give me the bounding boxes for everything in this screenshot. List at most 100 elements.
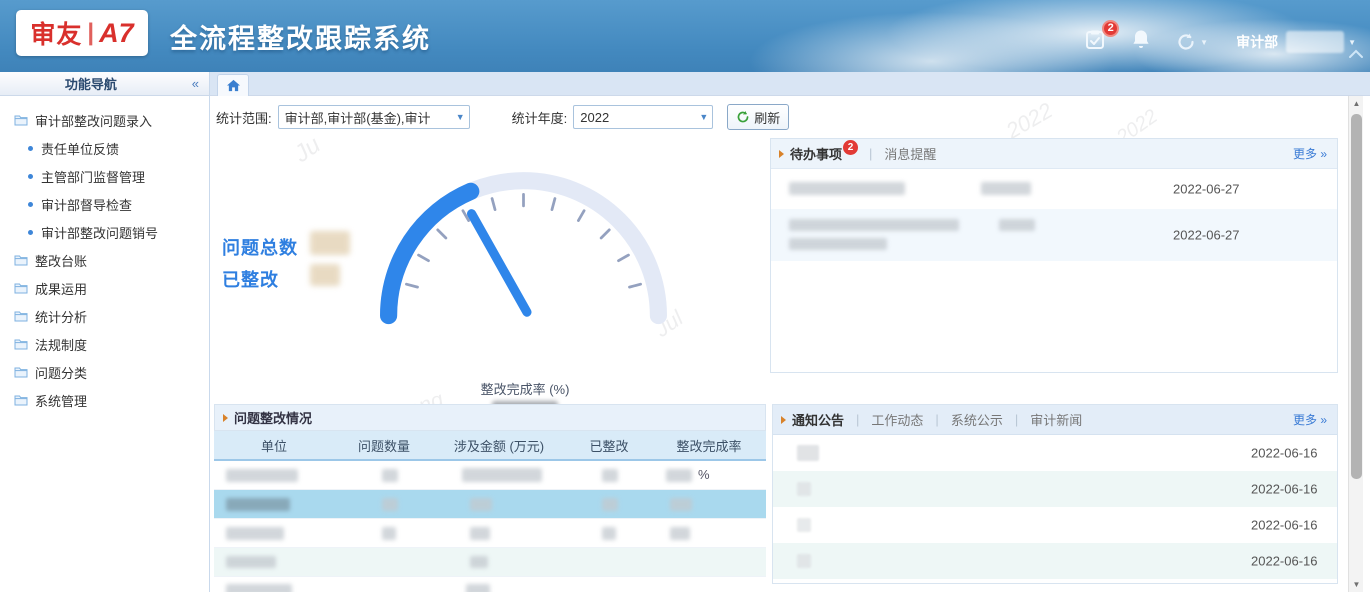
bullet-icon: [28, 146, 33, 151]
sidebar-item-label: 法规制度: [35, 335, 87, 354]
tab-message-reminders[interactable]: 消息提醒: [884, 144, 936, 163]
main-content: Ju Jul 2022 03 2022 16:34:03 2 heng Fri …: [210, 96, 1370, 592]
folder-icon: [14, 254, 28, 266]
sidebar-item-results-use[interactable]: 成果运用: [0, 274, 209, 302]
todo-item-text-redacted: [789, 182, 905, 195]
bullet-icon: [28, 202, 33, 207]
cell-redacted: [470, 556, 488, 568]
tab-divider: |: [1015, 412, 1018, 427]
scrollbar-thumb[interactable]: [1351, 114, 1362, 479]
table-row[interactable]: [214, 577, 766, 592]
todo-item-text-redacted: [981, 182, 1031, 195]
year-select-value: 2022: [580, 110, 696, 125]
logo-text-cn: 审友: [30, 15, 82, 51]
notice-list-item[interactable]: 2022-06-16: [773, 507, 1337, 543]
sidebar-item-audit-inspection[interactable]: 审计部督导检查: [0, 190, 209, 218]
year-select[interactable]: 2022 ▼: [573, 105, 713, 129]
header-toolbar: 2 ▼ 审计部 ▼: [1058, 26, 1356, 58]
chevron-down-icon: ▼: [696, 112, 708, 122]
notice-more-link[interactable]: 更多 »: [1293, 411, 1327, 428]
sidebar-item-label: 审计部整改问题录入: [35, 111, 152, 130]
brand-logo: 审友 | A7: [16, 10, 148, 56]
logo-separator: |: [87, 19, 94, 47]
cell-redacted: [226, 498, 290, 511]
cell-redacted: [226, 469, 298, 482]
todo-count-badge: 2: [1102, 20, 1119, 37]
todo-item-text-redacted: [999, 219, 1035, 231]
todo-item-text-redacted: [789, 238, 887, 250]
scope-select[interactable]: 审计部,审计部(基金),审计 ▼: [278, 105, 470, 129]
table-row[interactable]: %: [214, 461, 766, 490]
refresh-caret-icon[interactable]: ▼: [1200, 38, 1208, 47]
scope-select-value: 审计部,审计部(基金),审计: [285, 108, 453, 127]
tab-notices[interactable]: 通知公告: [792, 410, 844, 429]
year-filter-label: 统计年度:: [512, 108, 568, 127]
table-panel-header: 问题整改情况: [214, 404, 766, 431]
notice-item-date: 2022-06-16: [1251, 482, 1318, 497]
todo-panel: 待办事项 2 | 消息提醒 更多 » 2022-06-27 2022-06-27: [770, 138, 1338, 373]
table-row-selected[interactable]: [214, 490, 766, 519]
sidebar-title: 功能导航: [0, 74, 182, 93]
todo-list-item[interactable]: 2022-06-27: [771, 209, 1337, 261]
todo-item-date: 2022-06-27: [1173, 182, 1240, 197]
scroll-down-arrow-icon[interactable]: ▼: [1349, 577, 1364, 592]
todo-list-item[interactable]: 2022-06-27: [771, 169, 1337, 209]
tab-system-announcements[interactable]: 系统公示: [951, 410, 1003, 429]
sidebar-item-problem-closure[interactable]: 审计部整改问题销号: [0, 218, 209, 246]
refresh-icon[interactable]: ▼: [1176, 32, 1208, 52]
sidebar-item-label: 统计分析: [35, 307, 87, 326]
table-row[interactable]: [214, 519, 766, 548]
sidebar-item-statistics[interactable]: 统计分析: [0, 302, 209, 330]
sidebar-item-problem-category[interactable]: 问题分类: [0, 358, 209, 386]
vertical-scrollbar[interactable]: ▲ ▼: [1348, 96, 1363, 592]
refresh-button[interactable]: 刷新: [727, 104, 789, 130]
username-redacted[interactable]: [1286, 31, 1344, 53]
notice-item-text-redacted: [797, 482, 811, 496]
scroll-up-arrow-icon[interactable]: ▲: [1349, 96, 1364, 111]
notice-list-item[interactable]: 2022-06-16: [773, 471, 1337, 507]
rectification-table-panel: 问题整改情况 单位 问题数量 涉及金额 (万元) 已整改 整改完成率 %: [214, 404, 766, 592]
tab-divider: |: [935, 412, 938, 427]
gauge-section: 问题总数 已整改: [210, 136, 766, 398]
col-header-rate: 整改完成率: [654, 436, 764, 455]
sidebar-item-label: 责任单位反馈: [41, 139, 119, 158]
notice-list-item[interactable]: 2022-06-16: [773, 543, 1337, 579]
active-tab-marker-icon: [781, 416, 786, 424]
cell-redacted: [470, 498, 492, 511]
tab-divider: |: [869, 146, 872, 161]
notice-item-date: 2022-06-16: [1251, 446, 1318, 461]
notice-item-text-redacted: [797, 445, 819, 461]
todo-more-link[interactable]: 更多 »: [1293, 145, 1327, 162]
department-label: 审计部: [1236, 32, 1278, 52]
notice-item-date: 2022-06-16: [1251, 554, 1318, 569]
tab-audit-news[interactable]: 审计新闻: [1030, 410, 1082, 429]
cell-redacted: [666, 469, 692, 482]
collapse-header-chevron-icon[interactable]: [1348, 46, 1364, 64]
cell-redacted: [602, 527, 616, 540]
sidebar-item-dept-supervision[interactable]: 主管部门监督管理: [0, 162, 209, 190]
rate-percent-suffix: %: [698, 467, 710, 482]
tab-home[interactable]: [217, 74, 249, 96]
sidebar-collapse-icon[interactable]: «: [182, 76, 209, 91]
todo-item-text-redacted: [789, 219, 959, 231]
sidebar-item-unit-feedback[interactable]: 责任单位反馈: [0, 134, 209, 162]
notifications-bell-icon[interactable]: [1132, 29, 1150, 55]
folder-icon: [14, 394, 28, 406]
active-tab-marker-icon: [223, 414, 228, 422]
folder-icon: [14, 366, 28, 378]
notice-list-item[interactable]: 2022-06-16: [773, 435, 1337, 471]
table-row[interactable]: [214, 548, 766, 577]
bullet-icon: [28, 230, 33, 235]
tab-work-updates[interactable]: 工作动态: [871, 410, 923, 429]
chevron-down-icon: ▼: [453, 112, 465, 122]
gauge-total-value-redacted: [310, 231, 350, 255]
sidebar-item-system-admin[interactable]: 系统管理: [0, 386, 209, 414]
folder-icon: [14, 114, 28, 126]
sidebar-item-problem-entry[interactable]: 审计部整改问题录入: [0, 106, 209, 134]
tab-todo-items[interactable]: 待办事项: [790, 144, 842, 163]
tasks-icon[interactable]: 2: [1084, 29, 1106, 56]
sidebar-item-ledger[interactable]: 整改台账: [0, 246, 209, 274]
cell-redacted: [462, 468, 542, 482]
sidebar-item-regulations[interactable]: 法规制度: [0, 330, 209, 358]
cell-redacted: [670, 527, 690, 540]
